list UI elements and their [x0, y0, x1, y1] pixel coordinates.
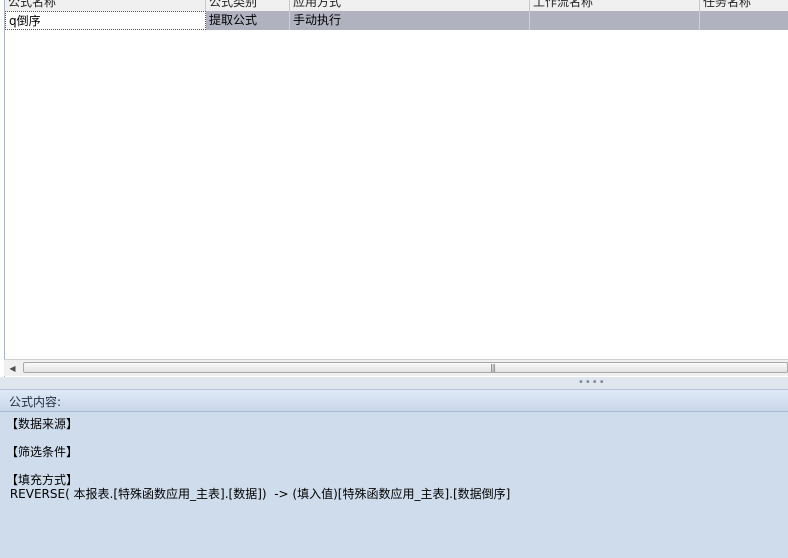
scroll-thumb[interactable]: |||	[23, 362, 788, 373]
table-row[interactable]: q倒序 提取公式 手动执行	[5, 11, 788, 30]
cell-workflow-name[interactable]	[530, 11, 700, 30]
formula-content-panel: 公式内容: 【数据来源】 【筛选条件】 【填充方式】 REVERSE( 本报表.…	[0, 389, 788, 558]
formula-content-title: 公式内容:	[9, 395, 62, 409]
data-source-label: 【数据来源】	[6, 417, 79, 431]
column-header-formula-name[interactable]: 公式名称	[5, 0, 206, 11]
splitter-grip-icon: ••••	[578, 377, 606, 388]
cell-formula-category[interactable]: 提取公式	[206, 11, 290, 30]
formula-expression: REVERSE( 本报表.[特殊函数应用_主表].[数据]) -> (填入值)[…	[6, 487, 511, 501]
panel-splitter[interactable]: ••••	[0, 377, 788, 389]
formula-content-header: 公式内容:	[0, 389, 788, 412]
column-header-formula-category[interactable]: 公式类别	[206, 0, 290, 11]
cell-task-name[interactable]	[700, 11, 788, 30]
column-header-workflow-name[interactable]: 工作流名称	[530, 0, 700, 11]
horizontal-scrollbar[interactable]: ◀ |||	[4, 359, 788, 376]
cell-apply-mode[interactable]: 手动执行	[290, 11, 530, 30]
formula-grid: 公式名称 公式类别 应用方式 工作流名称 任务名称 q倒序 提取公式 手动执行	[4, 0, 788, 377]
cell-formula-name[interactable]: q倒序	[5, 11, 206, 30]
column-header-apply-mode[interactable]: 应用方式	[290, 0, 530, 11]
column-header-task-name[interactable]: 任务名称	[700, 0, 788, 11]
scroll-left-arrow-icon[interactable]: ◀	[4, 360, 21, 376]
filter-condition-label: 【筛选条件】	[6, 445, 79, 459]
scroll-grip-icon: |||	[490, 363, 496, 372]
